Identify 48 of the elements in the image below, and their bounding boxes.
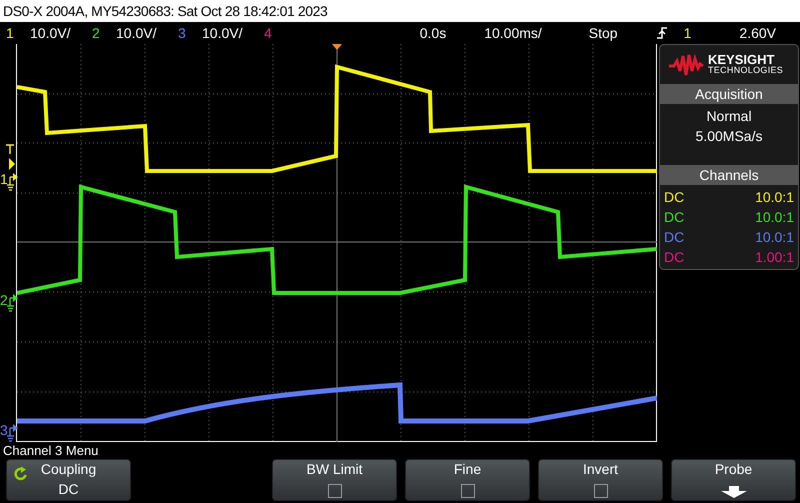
ground-marker-icon[interactable] bbox=[6, 423, 19, 443]
channel-coupling: DC bbox=[664, 208, 684, 227]
checkbox-softkey[interactable]: BW Limit bbox=[272, 459, 397, 501]
channel-coupling: DC bbox=[664, 248, 684, 267]
ground-marker-icon[interactable] bbox=[6, 172, 19, 192]
rising-edge-icon bbox=[656, 26, 668, 40]
brand-name: KEYSIGHT bbox=[708, 54, 774, 65]
probe-ratio: 10.0:1 bbox=[755, 188, 794, 207]
checkbox-softkey[interactable]: Invert bbox=[538, 459, 663, 501]
channel-marker-label[interactable]: 2 bbox=[0, 293, 8, 307]
channel-number[interactable]: 4 bbox=[264, 25, 278, 41]
trigger-level-marker-icon bbox=[5, 144, 15, 172]
channel-scale[interactable]: 10.0V/ bbox=[30, 25, 92, 41]
channel-number[interactable]: 3 bbox=[178, 25, 192, 41]
channel-scale[interactable]: 10.0V/ bbox=[202, 25, 264, 41]
trigger-position-icon[interactable] bbox=[332, 44, 342, 50]
checkbox[interactable] bbox=[460, 484, 474, 498]
sample-rate: 5.00MSa/s bbox=[696, 127, 762, 146]
checkbox-softkey[interactable]: Fine bbox=[405, 459, 530, 501]
acquisition-mode: Normal bbox=[706, 107, 752, 126]
down-arrow-icon bbox=[720, 486, 748, 498]
channel-coupling: DC bbox=[664, 188, 684, 207]
menu-title: Channel 3 Menu bbox=[3, 443, 98, 458]
channel-marker-label[interactable]: 1 bbox=[0, 172, 8, 186]
channel-scale[interactable]: 10.0V/ bbox=[116, 25, 178, 41]
time-scale[interactable]: 10.00ms/ bbox=[484, 25, 542, 41]
checkbox[interactable] bbox=[594, 484, 608, 498]
checkbox[interactable] bbox=[328, 484, 342, 498]
ground-marker-icon[interactable] bbox=[6, 293, 19, 313]
rotate-icon bbox=[13, 466, 29, 482]
wave-logo-icon bbox=[668, 52, 704, 77]
trigger-source[interactable]: 1 bbox=[684, 25, 692, 41]
probe-ratio: 1.00:1 bbox=[755, 248, 794, 267]
probe-ratio: 10.0:1 bbox=[755, 228, 794, 247]
channel-coupling: DC bbox=[664, 228, 684, 247]
probe-softkey[interactable]: Probe bbox=[671, 459, 796, 501]
brand-subtitle: TECHNOLOGIES bbox=[708, 64, 784, 76]
window-title: DS0-X 2004A, MY54230683: Sat Oct 28 18:42:01 2023 bbox=[3, 3, 328, 19]
section-header[interactable]: Acquisition bbox=[660, 84, 798, 104]
section-header[interactable]: Channels bbox=[660, 165, 798, 185]
probe-ratio: 10.0:1 bbox=[755, 208, 794, 227]
run-state[interactable]: Stop bbox=[588, 25, 618, 41]
time-delay[interactable]: 0.0s bbox=[420, 25, 446, 41]
channel-marker-label[interactable]: 3 bbox=[0, 423, 8, 437]
trigger-level[interactable]: 2.60V bbox=[739, 25, 776, 41]
channel-number[interactable]: 1 bbox=[6, 25, 20, 41]
channel-number[interactable]: 2 bbox=[92, 25, 106, 41]
coupling-softkey[interactable]: Coupling DC bbox=[6, 459, 131, 501]
